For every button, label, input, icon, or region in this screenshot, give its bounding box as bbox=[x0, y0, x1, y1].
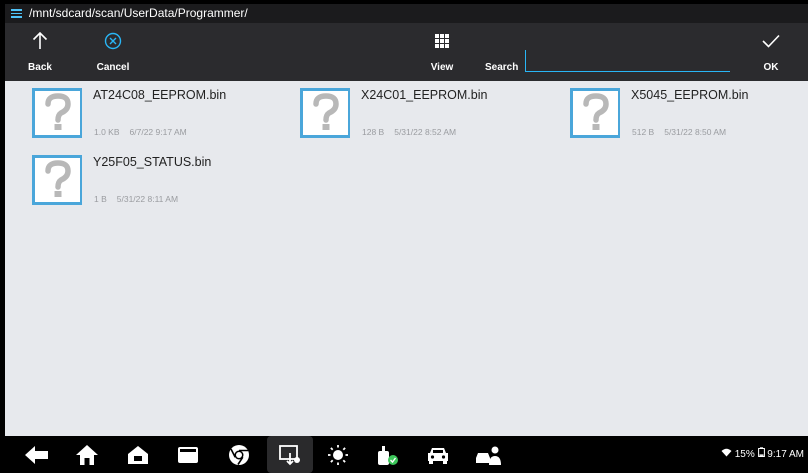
unknown-file-icon bbox=[44, 160, 71, 197]
cancel-button[interactable]: Cancel bbox=[89, 23, 137, 81]
file-date: 5/31/22 8:50 AM bbox=[664, 127, 727, 137]
file-date: 6/7/22 9:17 AM bbox=[129, 127, 187, 137]
battery-level: 15% bbox=[734, 449, 755, 460]
nav-people-button[interactable] bbox=[468, 436, 508, 473]
file-item[interactable]: X24C01_EEPROM.bin 128 B 5/31/22 8:52 AM bbox=[273, 83, 523, 145]
file-size: 1.0 KB bbox=[94, 127, 120, 137]
file-thumbnail bbox=[32, 88, 82, 138]
nav-recent-button[interactable] bbox=[168, 436, 208, 473]
file-item[interactable]: Y25F05_STATUS.bin 1 B 5/31/22 8:11 AM bbox=[5, 150, 255, 212]
back-button[interactable]: Back bbox=[15, 23, 65, 81]
nav-screenshot-button[interactable] bbox=[267, 436, 313, 473]
home-icon bbox=[76, 444, 98, 465]
clock: 9:17 AM bbox=[767, 449, 804, 460]
file-size: 1 B bbox=[94, 194, 107, 204]
nav-vci-button[interactable] bbox=[368, 436, 408, 473]
vci-icon bbox=[378, 445, 398, 465]
path-bar: /mnt/sdcard/scan/UserData/Programmer/ bbox=[5, 4, 808, 23]
file-date: 5/31/22 8:11 AM bbox=[116, 194, 179, 204]
file-meta: 128 B 5/31/22 8:52 AM bbox=[362, 127, 466, 137]
recent-apps-icon bbox=[178, 446, 198, 463]
grid-view-icon bbox=[422, 31, 462, 51]
brightness-icon bbox=[328, 444, 348, 465]
people-icon bbox=[476, 446, 501, 465]
search-label: Search bbox=[485, 62, 519, 73]
system-nav-bar: 15% 9:17 AM bbox=[5, 436, 808, 473]
view-button[interactable]: View bbox=[422, 23, 462, 81]
file-thumbnail bbox=[300, 88, 350, 138]
nav-home-button[interactable] bbox=[67, 436, 107, 473]
battery-icon bbox=[757, 447, 768, 460]
ok-label: OK bbox=[763, 62, 779, 73]
file-name: Y25F05_STATUS.bin bbox=[93, 155, 212, 169]
search-input[interactable] bbox=[525, 50, 730, 72]
cancel-icon bbox=[89, 31, 137, 51]
cancel-label: Cancel bbox=[96, 62, 130, 73]
file-thumbnail bbox=[32, 155, 82, 205]
file-item[interactable]: AT24C08_EEPROM.bin 1.0 KB 6/7/22 9:17 AM bbox=[5, 83, 255, 145]
back-label: Back bbox=[28, 62, 52, 73]
file-meta: 512 B 5/31/22 8:50 AM bbox=[632, 127, 736, 137]
chrome-icon bbox=[229, 444, 249, 465]
file-grid: AT24C08_EEPROM.bin 1.0 KB 6/7/22 9:17 AM … bbox=[5, 81, 808, 436]
unknown-file-icon bbox=[44, 93, 71, 130]
unknown-file-icon bbox=[312, 93, 339, 130]
current-path: /mnt/sdcard/scan/UserData/Programmer/ bbox=[29, 6, 248, 20]
view-label: View bbox=[430, 62, 454, 73]
nav-car-button[interactable] bbox=[418, 436, 458, 473]
file-name: AT24C08_EEPROM.bin bbox=[93, 88, 227, 102]
back-arrow-icon bbox=[25, 445, 48, 464]
menu-icon[interactable] bbox=[11, 9, 22, 18]
nav-back-button[interactable] bbox=[17, 436, 57, 473]
file-name: X5045_EEPROM.bin bbox=[631, 88, 749, 102]
file-meta: 1 B 5/31/22 8:11 AM bbox=[94, 194, 188, 204]
status-area: 15% 9:17 AM bbox=[721, 447, 804, 460]
file-meta: 1.0 KB 6/7/22 9:17 AM bbox=[94, 127, 197, 137]
house-icon bbox=[128, 445, 148, 464]
nav-chrome-button[interactable] bbox=[219, 436, 259, 473]
file-name: X24C01_EEPROM.bin bbox=[361, 88, 488, 102]
wifi-icon bbox=[721, 448, 735, 460]
file-size: 512 B bbox=[632, 127, 655, 137]
screen: /mnt/sdcard/scan/UserData/Programmer/ Ba… bbox=[5, 4, 808, 473]
file-item[interactable]: X5045_EEPROM.bin 512 B 5/31/22 8:50 AM bbox=[543, 83, 793, 145]
screenshot-icon bbox=[279, 444, 300, 465]
unknown-file-icon bbox=[582, 93, 609, 130]
arrow-up-icon bbox=[15, 31, 65, 51]
nav-house-button[interactable] bbox=[118, 436, 158, 473]
file-date: 5/31/22 8:52 AM bbox=[394, 127, 457, 137]
nav-brightness-button[interactable] bbox=[318, 436, 358, 473]
ok-button[interactable]: OK bbox=[751, 23, 791, 81]
file-thumbnail bbox=[570, 88, 620, 138]
checkmark-icon bbox=[751, 31, 791, 51]
car-icon bbox=[428, 447, 448, 464]
file-size: 128 B bbox=[362, 127, 385, 137]
toolbar: Back Cancel View Search OK bbox=[5, 23, 808, 81]
